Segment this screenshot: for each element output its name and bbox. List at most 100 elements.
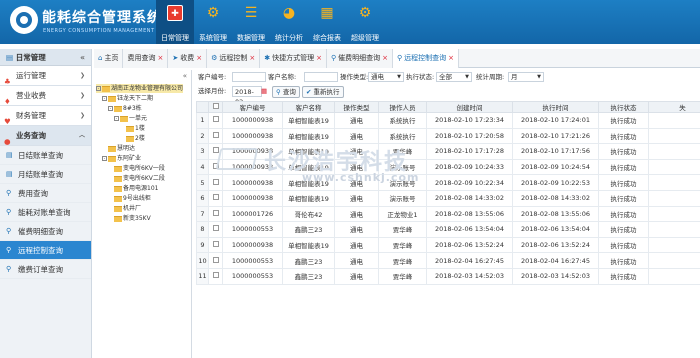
tab-charge[interactable]: ➤ 收费 × [168,49,208,68]
tab-home[interactable]: ⌂ 主页 [94,49,124,68]
table-cell: 演示账号 [378,174,427,191]
tree-node[interactable]: 1楼 [126,124,145,133]
table-cell: 2018-02-10 17:17:28 [426,143,513,160]
redo-button[interactable]: ✔ 重新执行 [302,86,344,98]
tree-node[interactable]: 变电所6KV一段 [114,164,165,173]
calendar-icon[interactable]: ▦ [261,85,267,98]
search-icon: ⚲ [6,189,12,197]
row-checkbox[interactable] [208,236,223,254]
close-icon[interactable]: × [316,54,322,62]
sidebar-item-daily-bill[interactable]: ▤ 日结账单查询 [0,146,91,165]
tree-node[interactable]: 变电所6KV二段 [114,174,165,183]
tree-node[interactable]: 备用电源101 [114,184,158,193]
sidebar-item-remote-control-query[interactable]: ⚲ 远程控制查询 [0,241,91,260]
table-cell: 2018-02-10 17:20:58 [426,127,513,145]
sidebar-item-dunning-detail[interactable]: ⚲ 催费明细查询 [0,222,91,241]
collapse-icon[interactable]: « [80,49,85,66]
table-row[interactable]: 8 1000000553 鑫鹏三23 通电 贾华峰 2018-02-06 13:54:04… [196,221,700,238]
close-icon[interactable]: × [157,54,163,62]
nav-statistics[interactable]: ◕ 统计分析 [270,0,308,44]
nav-system-management[interactable]: ⚙ 系统管理 [194,0,232,44]
tree-node[interactable]: 9号出线柜 [114,194,151,203]
exec-status-label: 执行状态: [406,73,435,81]
table-cell: 2018-02-08 13:55:06 [426,205,513,223]
op-type-select[interactable]: 通电 ▼ [368,72,404,82]
row-checkbox[interactable] [208,158,223,176]
table-grid-icon: ▦ [320,5,334,21]
column-header[interactable]: 执行时间 [512,101,599,113]
row-checkbox[interactable] [208,127,223,145]
customer-no-input[interactable] [232,72,266,82]
table-row[interactable]: 9 1000000938 单相智能表19 通电 贾华峰 2018-02-06 13:52:… [196,236,700,254]
row-number: 6 [196,189,209,207]
tree-node[interactable]: -8#3栋 [108,104,142,113]
tab-remote-control-query[interactable]: ⚲ 远程控制查询 × [393,49,460,68]
nav-data-management[interactable]: ☰ 数据管理 [232,0,270,44]
tree-node[interactable]: 新变35KV [114,214,151,223]
chevron-up-icon: ︿ [78,132,85,139]
column-header[interactable]: 操作类型 [334,101,379,113]
month-input[interactable]: 2018-02 [232,86,262,106]
nav-super-management[interactable]: ⚙ 超级管理 [346,0,384,44]
column-header[interactable]: 创建时间 [426,101,513,113]
row-checkbox[interactable] [208,174,223,191]
close-icon[interactable]: × [249,54,255,62]
tab-dunning-detail[interactable]: ⚲ 催费明细查询 × [326,49,393,68]
table-cell: 2018-02-09 10:22:53 [512,174,599,191]
column-header[interactable]: 客户名称 [282,101,335,113]
stat-period-select[interactable]: 月 ▼ [508,72,544,82]
column-header[interactable]: 失 [648,101,700,113]
table-row[interactable]: 2 1000000938 单相智能表19 通电 系统执行 2018-02-10 17:20… [196,127,700,145]
row-checkbox[interactable] [208,252,223,269]
close-icon[interactable]: × [448,54,454,62]
row-checkbox[interactable] [208,112,223,129]
table-row[interactable]: 3 1000000938 单相智能表19 通电 贾华峰 2018-02-10 17:17:… [196,143,700,160]
collapse-icon[interactable]: « [183,72,187,80]
sidebar-group-operation[interactable]: ♣ 运行管理 ❯ [0,66,91,86]
table-row[interactable]: 4 1000000938 单相智能表19 通电 演示账号 2018-02-09 10:24… [196,158,700,176]
tree-node[interactable]: - 湖南正龙物业管理有限公司 [96,84,184,93]
sidebar-item-payment-order[interactable]: ⚲ 缴费订单查询 [0,260,91,279]
column-header[interactable]: 客户编号 [222,101,283,113]
tree-node[interactable]: 慧明达 [108,144,135,153]
table-row[interactable]: 1 1000000938 单相智能表19 通电 系统执行 2018-02-10 17:23… [196,112,700,129]
tree-node[interactable]: - 一单元 [114,114,147,123]
tree-node[interactable]: 机井厂 [114,204,141,213]
customer-name-input[interactable] [304,72,338,82]
sidebar-item-fee-query[interactable]: ⚲ 费用查询 [0,184,91,203]
tab-remote-control[interactable]: ⚙ 远程控制 × [207,49,261,68]
tree-node[interactable]: - 东阿矿业 [102,154,141,163]
nav-reports[interactable]: ▦ 综合报表 [308,0,346,44]
tree-node[interactable]: 2楼 [126,134,145,143]
tab-shortcut-management[interactable]: ✱ 快捷方式管理 × [260,49,327,68]
sidebar-group-finance[interactable]: ♥ 财务管理 ❯ [0,106,91,126]
search-icon: ⚲ [276,88,281,96]
row-checkbox[interactable] [208,205,223,223]
column-header[interactable]: 执行状态 [598,101,649,113]
exec-status-select[interactable]: 全部 ▼ [436,72,472,82]
close-icon[interactable]: × [382,54,388,62]
table-cell: 贾华峰 [378,236,427,254]
tree-node[interactable]: - 钰龙天下二期 [102,94,153,103]
query-button[interactable]: ⚲ 查询 [272,86,300,98]
column-header[interactable]: 操作人员 [378,101,427,113]
row-checkbox[interactable] [208,221,223,238]
table-row[interactable]: 7 1000001726 哥伦布42 通电 正龙物业1 2018-02-08 13:55:… [196,205,700,223]
sidebar-item-energy-statement[interactable]: ⚲ 能耗对账单查询 [0,203,91,222]
sidebar-group-billing[interactable]: ♦ 营业收费 ❯ [0,86,91,106]
table-row[interactable]: 11 1000000553 鑫鹏三23 通电 贾华峰 2018-02-03 14:52:0… [196,267,700,285]
row-checkbox[interactable] [208,189,223,207]
close-icon[interactable]: × [196,54,202,62]
chevron-down-icon: ❯ [79,92,85,99]
sidebar-group-business-query[interactable]: ● 业务查询 ︿ [0,126,91,146]
table-row[interactable]: 10 1000000553 鑫鹏三23 通电 贾华峰 2018-02-04 16:27:4… [196,252,700,269]
tab-fee-query[interactable]: 费用查询 × [123,49,169,68]
table-row[interactable]: 5 1000000938 单相智能表19 通电 演示账号 2018-02-09 10:22… [196,174,700,191]
select-all-checkbox[interactable] [208,101,223,113]
row-checkbox[interactable] [208,267,223,285]
sidebar-item-monthly-bill[interactable]: ▤ 月结账单查询 [0,165,91,184]
nav-daily-management[interactable]: ✚ 日常管理 [156,0,194,44]
table-row[interactable]: 6 1000000938 单相智能表19 通电 演示账号 2018-02-08 14:33… [196,189,700,207]
table-cell [648,174,700,191]
row-checkbox[interactable] [208,143,223,160]
